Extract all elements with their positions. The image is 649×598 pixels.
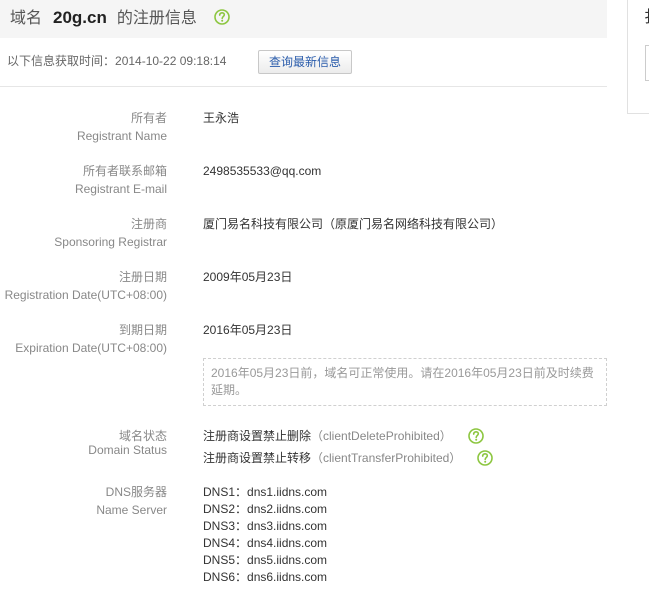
- side-panel: 扌: [627, 0, 649, 114]
- name-server-label: DNS1：: [203, 485, 248, 499]
- side-panel-input[interactable]: [645, 45, 649, 81]
- page-title: 域名 20g.cn 的注册信息: [10, 0, 230, 38]
- field-label-cn: 注册商: [130, 217, 167, 231]
- field-label: 所有者 Registrant Name: [77, 109, 167, 145]
- refresh-info-button[interactable]: 查询最新信息: [258, 50, 352, 74]
- name-server-host: dns6.iidns.com: [247, 570, 328, 584]
- name-server-host: dns2.iidns.com: [247, 502, 328, 516]
- question-circle-icon[interactable]: [477, 450, 494, 466]
- domain-name: 20g.cn: [53, 8, 107, 27]
- registrar-value: 厦门易名科技有限公司（原厦门易名网络科技有限公司）: [203, 217, 504, 231]
- fetch-time-label: 以下信息获取时间：: [7, 54, 116, 68]
- name-server-label: DNS5：: [203, 553, 248, 567]
- field-registrar: 注册商 Sponsoring Registrar 厦门易名科技有限公司（原厦门易…: [0, 215, 649, 255]
- name-server-item: DNS4：dns4.iidns.com: [203, 535, 327, 552]
- name-server-label: DNS3：: [203, 519, 248, 533]
- header-bar: 域名 20g.cn 的注册信息: [0, 0, 607, 38]
- domain-status-list: 注册商设置禁止删除（clientDeleteProhibited） 注册商设置禁…: [203, 425, 494, 469]
- registrant-name-value: 王永浩: [203, 111, 240, 125]
- divider: [0, 86, 607, 87]
- field-label-en: Name Server: [96, 503, 167, 517]
- status-code: （clientTransferProhibited）: [311, 451, 462, 465]
- name-server-item: DNS1：dns1.iidns.com: [203, 484, 327, 501]
- name-server-host: dns3.iidns.com: [247, 519, 328, 533]
- field-label: 到期日期 Expiration Date(UTC+08:00): [15, 321, 167, 357]
- name-server-item: DNS3：dns3.iidns.com: [203, 518, 327, 535]
- field-expiration-date: 到期日期 Expiration Date(UTC+08:00) 2016年05月…: [0, 321, 649, 361]
- name-server-list: DNS1：dns1.iidns.com DNS2：dns2.iidns.com …: [203, 484, 327, 586]
- name-server-label: DNS4：: [203, 536, 248, 550]
- title-prefix: 域名: [10, 10, 43, 27]
- status-code: （clientDeleteProhibited）: [311, 429, 452, 443]
- title-suffix: 的注册信息: [116, 10, 197, 27]
- name-server-item: DNS2：dns2.iidns.com: [203, 501, 327, 518]
- side-panel-title: 扌: [644, 8, 649, 28]
- name-server-host: dns5.iidns.com: [247, 553, 328, 567]
- field-label-cn: 所有者联系邮箱: [82, 164, 167, 178]
- registration-date-value: 2009年05月23日: [203, 270, 293, 284]
- question-circle-icon[interactable]: [214, 8, 230, 25]
- field-label-en: Expiration Date(UTC+08:00): [15, 341, 167, 355]
- expiration-date-value: 2016年05月23日: [203, 323, 293, 337]
- field-label-en: Registrant Name: [76, 129, 167, 143]
- status-text: 注册商设置禁止删除: [203, 429, 312, 443]
- name-server-label: DNS6：: [203, 570, 248, 584]
- field-label-cn: 域名状态: [118, 429, 167, 443]
- field-label-cn: 到期日期: [118, 323, 167, 337]
- fetch-info: 以下信息获取时间：2014-10-22 09:18:14: [7, 52, 226, 70]
- status-text: 注册商设置禁止转移: [203, 451, 312, 465]
- field-label: 注册日期 Registration Date(UTC+08:00): [5, 268, 167, 304]
- field-registrant-name: 所有者 Registrant Name 王永浩: [0, 109, 649, 149]
- field-label-en: Domain Status: [88, 443, 167, 457]
- name-server-item: DNS6：dns6.iidns.com: [203, 569, 327, 586]
- status-item: 注册商设置禁止删除（clientDeleteProhibited）: [203, 425, 493, 447]
- question-circle-icon[interactable]: [467, 428, 484, 444]
- name-server-item: DNS5：dns5.iidns.com: [203, 552, 327, 569]
- field-label-en: Sponsoring Registrar: [54, 235, 167, 249]
- field-registration-date: 注册日期 Registration Date(UTC+08:00) 2009年0…: [0, 268, 649, 308]
- status-item: 注册商设置禁止转移（clientTransferProhibited）: [203, 447, 494, 469]
- field-name-servers: DNS服务器 Name Server DNS1：dns1.iidns.com D…: [0, 483, 649, 593]
- whois-page: 域名 20g.cn 的注册信息 以下信息获取时间：2014-10-22 09:18:…: [0, 0, 649, 598]
- field-label: 域名状态 Domain Status: [88, 429, 167, 457]
- name-server-host: dns1.iidns.com: [247, 485, 328, 499]
- fetch-time-value: 2014-10-22 09:18:14: [115, 54, 227, 68]
- field-label-cn: 所有者: [130, 111, 167, 125]
- field-label-cn: DNS服务器: [105, 485, 167, 499]
- field-label-cn: 注册日期: [118, 270, 167, 284]
- field-label-en: Registrant E-mail: [74, 182, 167, 196]
- field-domain-status: 域名状态 Domain Status 注册商设置禁止删除（clientDelet…: [0, 425, 649, 475]
- registrant-email-value: 2498535533@qq.com: [203, 164, 322, 178]
- name-server-label: DNS2：: [203, 502, 248, 516]
- field-registrant-email: 所有者联系邮箱 Registrant E-mail 2498535533@qq.…: [0, 162, 649, 202]
- name-server-host: dns4.iidns.com: [247, 536, 328, 550]
- field-label: 注册商 Sponsoring Registrar: [54, 215, 167, 251]
- field-label: DNS服务器 Name Server: [96, 483, 167, 519]
- field-label: 所有者联系邮箱 Registrant E-mail: [75, 162, 167, 198]
- expiration-notice: 2016年05月23日前，域名可正常使用。请在2016年05月23日前及时续费延…: [203, 358, 607, 406]
- field-label-en: Registration Date(UTC+08:00): [4, 288, 167, 302]
